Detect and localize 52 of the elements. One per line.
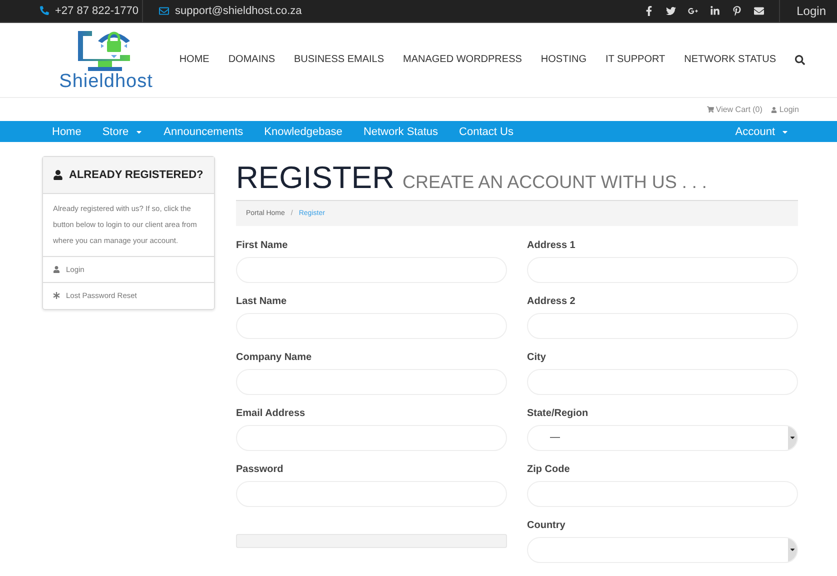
page-title: REGISTER: [236, 160, 394, 196]
field-label: State/Region: [527, 408, 590, 419]
menu-item[interactable]: IT SUPPORT: [605, 54, 666, 66]
phone-icon: [40, 6, 49, 16]
menu-item[interactable]: MANAGED WORDPRESS: [403, 54, 522, 66]
menu-item[interactable]: HOSTING: [540, 54, 586, 66]
pinterest-icon[interactable]: [732, 6, 742, 16]
field-label: Company Name: [236, 352, 313, 363]
field-label: Address 2: [527, 296, 576, 307]
field-label: First Name: [236, 240, 289, 251]
user-icon: [53, 170, 63, 180]
menu-item[interactable]: NETWORK STATUS: [684, 54, 776, 66]
field-label: Zip Code: [527, 464, 571, 475]
user-icon: [53, 266, 60, 273]
cart-icon: [706, 106, 714, 114]
facebook-icon[interactable]: [644, 6, 654, 16]
caret-icon: [788, 538, 797, 562]
twitter-icon[interactable]: [666, 6, 676, 16]
menu-item[interactable]: DOMAINS: [228, 54, 275, 66]
user-icon: [771, 106, 778, 113]
nav-item[interactable]: Home: [52, 126, 82, 138]
phone-number: +27 87 822-1770: [55, 4, 138, 17]
view-cart-link[interactable]: View Cart (0): [706, 105, 762, 114]
select-field[interactable]: —: [527, 424, 798, 451]
google-plus-icon[interactable]: [688, 6, 698, 16]
field-label: Email Address: [236, 408, 306, 419]
field-label: Last Name: [236, 296, 288, 307]
field-label: Address 1: [527, 240, 576, 251]
asterisk-icon: [53, 292, 60, 300]
nav-item[interactable]: Store: [102, 126, 143, 138]
select-field[interactable]: [527, 536, 798, 563]
nav-item[interactable]: Network Status: [363, 126, 438, 138]
field-label: Country: [527, 520, 566, 531]
account-menu[interactable]: Account: [735, 126, 789, 138]
field-label: City: [527, 352, 547, 363]
mail-icon: [159, 6, 169, 16]
nav-item[interactable]: Contact Us: [459, 126, 514, 138]
linkedin-icon[interactable]: [710, 6, 720, 16]
nav-item[interactable]: Knowledgebase: [264, 126, 342, 138]
logo-text: Shieldhost: [59, 72, 153, 91]
login-link[interactable]: Login: [771, 105, 799, 114]
page-subtitle: CREATE AN ACCOUNT WITH US . . .: [402, 172, 707, 193]
caret-icon: [788, 426, 797, 450]
menu-item[interactable]: BUSINESS EMAILS: [294, 54, 384, 66]
email-address: support@shieldhost.co.za: [175, 4, 302, 17]
search-icon[interactable]: [795, 54, 805, 65]
panel-title: ALREADY REGISTERED?: [69, 168, 204, 181]
mail-icon[interactable]: [754, 6, 764, 16]
menu-item[interactable]: HOME: [179, 54, 210, 66]
nav-item[interactable]: Announcements: [164, 126, 244, 138]
login-link[interactable]: Login: [780, 4, 837, 18]
field-label: Password: [236, 464, 284, 475]
